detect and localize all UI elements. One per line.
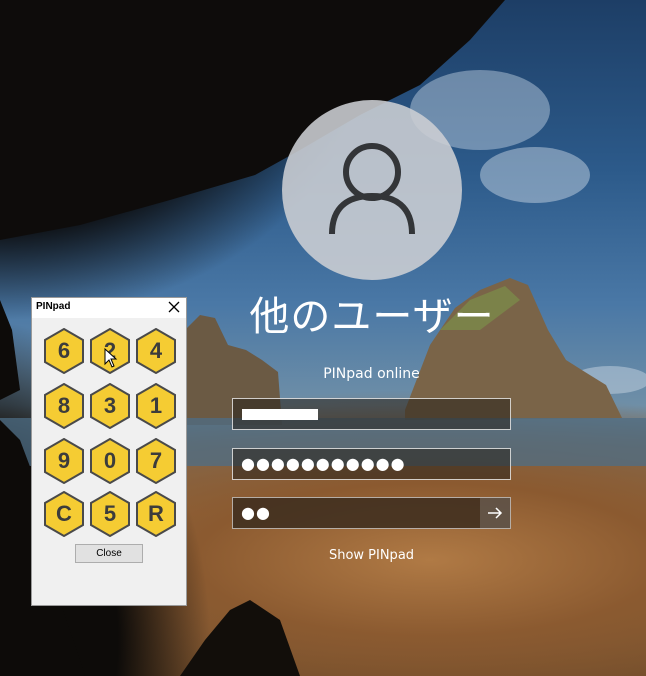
pin-key-label: R <box>148 501 164 526</box>
user-avatar <box>282 100 462 280</box>
pin-key-6[interactable]: 6 <box>41 328 87 374</box>
pin-key-4[interactable]: 4 <box>133 328 179 374</box>
pin-key-7[interactable]: 7 <box>133 438 179 484</box>
pin-mask: ●● <box>241 503 271 522</box>
pin-key-label: 7 <box>149 448 163 473</box>
pin-key-5[interactable]: 5 <box>87 491 133 537</box>
credential-provider-label: PINpad online <box>323 366 420 382</box>
pin-key-label: 1 <box>149 393 163 418</box>
pin-key-reset[interactable]: R <box>133 491 179 537</box>
pinpad-window: PINpad 6 2 4 8 3 1 9 0 7 C 5 R Close <box>31 297 187 606</box>
pin-key-8[interactable]: 8 <box>41 383 87 429</box>
close-icon[interactable] <box>166 299 182 315</box>
username-heading: 他のユーザー <box>249 294 495 340</box>
password-input[interactable]: ●●●●●●●●●●● <box>232 448 511 480</box>
pin-key-clear[interactable]: C <box>41 491 87 537</box>
pin-key-3[interactable]: 3 <box>87 383 133 429</box>
pin-key-0[interactable]: 0 <box>87 438 133 484</box>
pin-key-label: 8 <box>57 393 71 418</box>
pin-key-1[interactable]: 1 <box>133 383 179 429</box>
pin-key-label: 5 <box>103 501 117 526</box>
username-input[interactable] <box>232 398 511 430</box>
show-pinpad-link[interactable]: Show PINpad <box>232 548 511 563</box>
pin-key-label: 0 <box>103 448 117 473</box>
submit-button[interactable] <box>480 498 510 528</box>
user-icon <box>329 143 415 235</box>
redacted-username <box>242 409 318 420</box>
pin-key-9[interactable]: 9 <box>41 438 87 484</box>
pinpad-title: PINpad <box>36 301 71 312</box>
pin-input[interactable]: ●● <box>232 497 511 529</box>
pin-key-label: 9 <box>57 448 71 473</box>
pin-key-label: 3 <box>103 393 117 418</box>
arrow-right-icon <box>488 507 503 519</box>
password-mask: ●●●●●●●●●●● <box>241 454 406 473</box>
pin-key-label: 6 <box>57 338 71 363</box>
close-button[interactable]: Close <box>75 544 143 563</box>
mouse-cursor-icon <box>104 348 118 368</box>
pinpad-titlebar: PINpad <box>32 298 186 318</box>
pin-key-label: C <box>56 501 72 526</box>
pin-key-label: 4 <box>149 338 163 363</box>
